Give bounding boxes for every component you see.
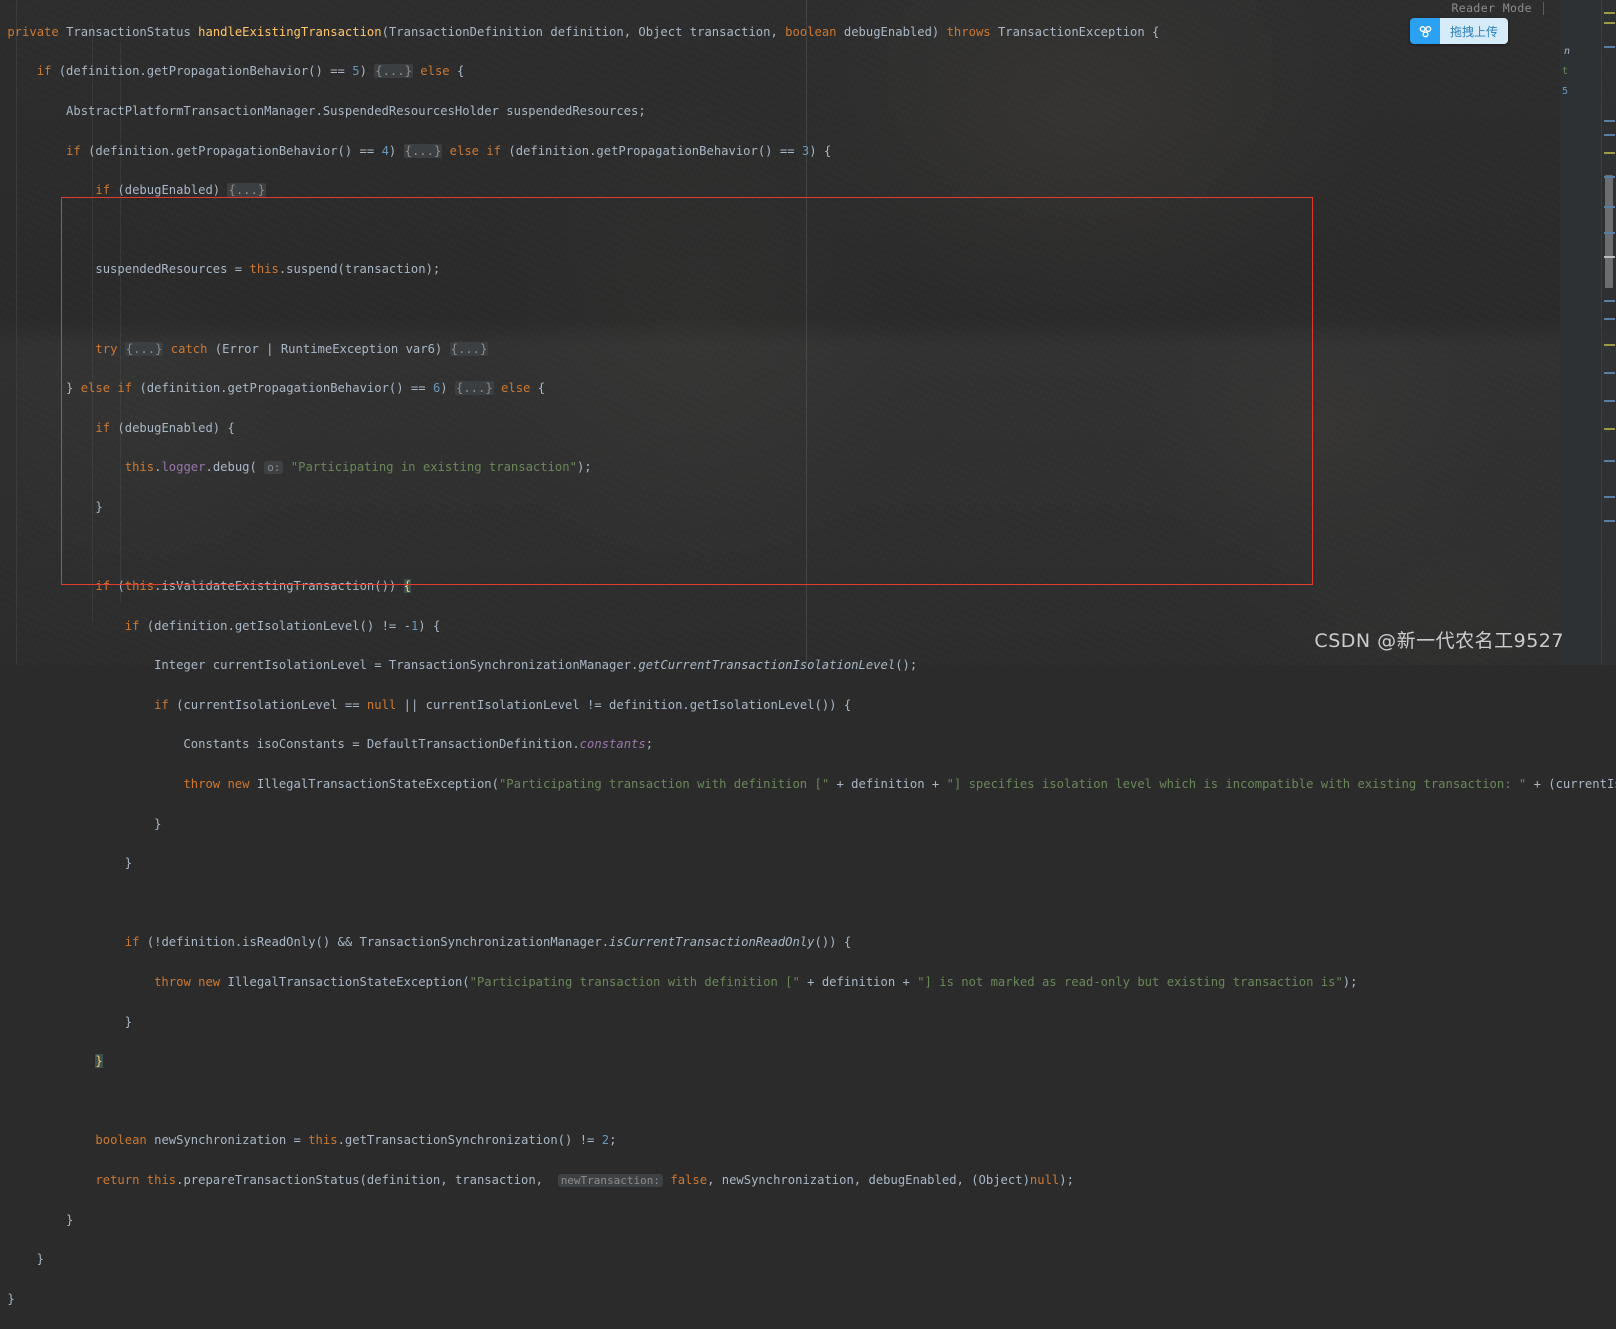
scrollbar-marker[interactable] <box>1604 134 1615 136</box>
editor-scrollbar[interactable] <box>1601 0 1616 665</box>
code-line: } else if (definition.getPropagationBeha… <box>0 381 546 396</box>
upload-button-label: 拖拽上传 <box>1440 18 1508 44</box>
code-line: } <box>95 1054 103 1069</box>
code-line: Constants isoConstants = DefaultTransact… <box>0 737 654 752</box>
code-line: } <box>0 816 162 831</box>
code-line: throw new IllegalTransactionStateExcepti… <box>154 975 1358 990</box>
scrollbar-marker[interactable] <box>1604 344 1615 346</box>
code-line: } <box>0 1014 133 1029</box>
code-line: Integer currentIsolationLevel = Transact… <box>0 658 918 673</box>
scrollbar-marker[interactable] <box>1604 256 1615 258</box>
code-line: } <box>0 1212 74 1227</box>
code-line: if (definition.getPropagationBehavior() … <box>36 64 465 79</box>
scrollbar-marker[interactable] <box>1604 300 1615 302</box>
scrollbar-marker[interactable] <box>1604 176 1615 178</box>
scrollbar-marker[interactable] <box>1604 372 1615 374</box>
baidu-upload-button[interactable]: 拖拽上传 <box>1410 18 1508 44</box>
scrollbar-marker[interactable] <box>1604 232 1615 234</box>
code-line: if (definition.getPropagationBehavior() … <box>66 143 832 158</box>
baidu-netdisk-icon <box>1410 18 1440 44</box>
code-line: this.logger.debug( o: "Participating in … <box>124 460 592 475</box>
code-line: if (debugEnabled) {...} <box>95 183 267 198</box>
scrollbar-marker[interactable] <box>1604 496 1615 498</box>
code-line: private TransactionStatus handleExisting… <box>7 24 1160 39</box>
scrollbar-marker[interactable] <box>1604 520 1615 522</box>
code-line: try {...} catch (Error | RuntimeExceptio… <box>95 341 489 356</box>
scrollbar-marker[interactable] <box>1604 206 1615 208</box>
code-editor[interactable]: private TransactionStatus handleExisting… <box>0 0 1616 1306</box>
code-line: if (this.isValidateExistingTransaction()… <box>95 579 411 594</box>
scrollbar-marker[interactable] <box>1604 22 1615 24</box>
toolbar-divider <box>1543 2 1544 15</box>
code-line: } <box>0 499 103 514</box>
code-line: boolean newSynchronization = this.getTra… <box>95 1133 617 1148</box>
code-line: throw new IllegalTransactionStateExcepti… <box>183 777 1616 792</box>
csdn-watermark: CSDN @新一代农名工9527 <box>1314 630 1564 652</box>
scrollbar-marker[interactable] <box>1604 400 1615 402</box>
code-line: } <box>0 1291 15 1306</box>
code-line: return this.prepareTransactionStatus(def… <box>95 1173 1074 1188</box>
scrollbar-marker[interactable] <box>1604 120 1615 122</box>
scrollbar-marker[interactable] <box>1604 318 1615 320</box>
secondary-editor-sliver: n t 5 <box>1560 0 1602 665</box>
code-line: if (currentIsolationLevel == null || cur… <box>154 697 852 712</box>
reader-mode-label: Reader Mode <box>1451 1 1532 15</box>
code-line: } <box>0 1252 45 1267</box>
code-line: if (!definition.isReadOnly() && Transact… <box>124 935 852 950</box>
code-line: if (debugEnabled) { <box>95 420 235 435</box>
scrollbar-marker[interactable] <box>1604 428 1615 430</box>
scrollbar-marker[interactable] <box>1604 152 1615 154</box>
scrollbar-marker[interactable] <box>1604 460 1615 462</box>
code-line: AbstractPlatformTransactionManager.Suspe… <box>0 103 646 118</box>
scrollbar-marker[interactable] <box>1604 12 1615 14</box>
code-line: } <box>0 856 133 871</box>
scrollbar-marker[interactable] <box>1604 46 1615 48</box>
code-line: suspendedResources = this.suspend(transa… <box>0 262 441 277</box>
